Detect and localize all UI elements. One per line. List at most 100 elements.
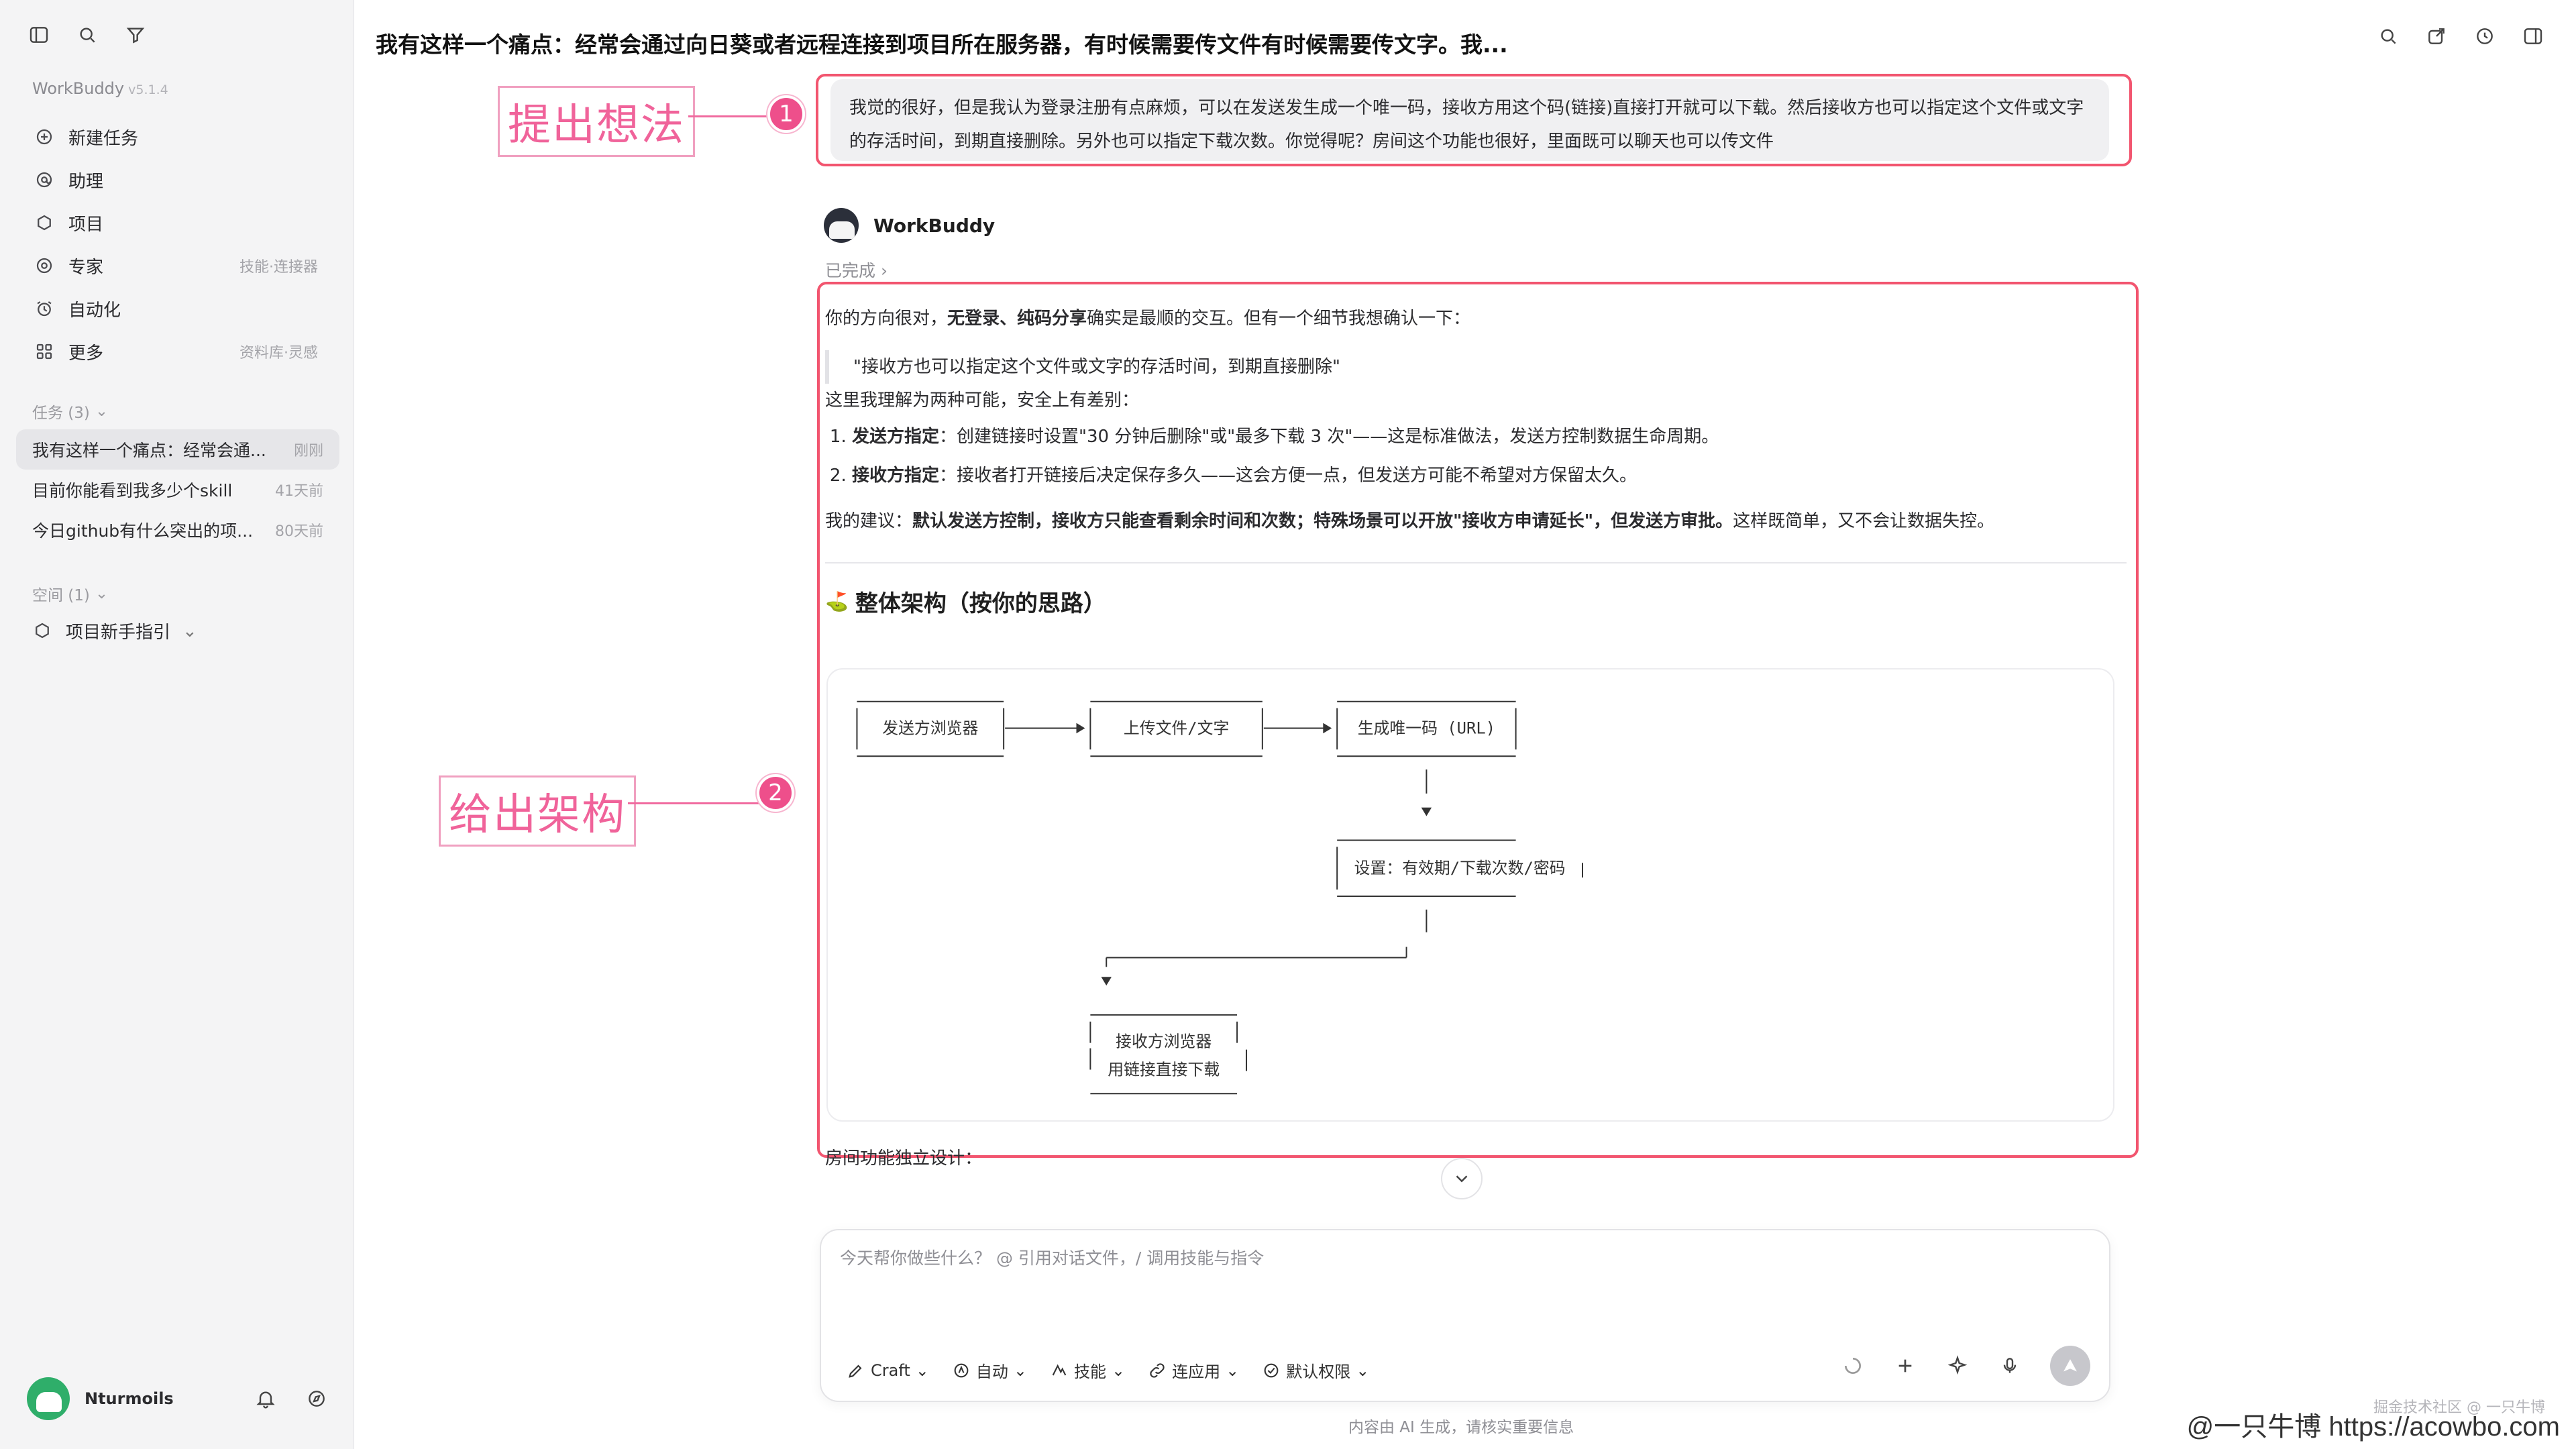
chevron-down-icon <box>1456 1175 1468 1183</box>
skills-dropdown[interactable]: 技能 ⌄ <box>1050 1358 1125 1382</box>
search-icon[interactable] <box>75 23 99 47</box>
scroll-down-button[interactable] <box>1441 1158 1483 1199</box>
tool-label: 自动 <box>975 1362 1008 1381</box>
text: 这样既简单，又不会让数据失控。 <box>1733 511 1995 531</box>
space-item-guide[interactable]: 项目新手指引 ⌄ <box>32 619 197 643</box>
project-icon <box>32 211 56 235</box>
pen-icon <box>849 1364 862 1378</box>
space-header-label: 空间 (1) <box>32 587 90 604</box>
auto-icon <box>954 1363 969 1377</box>
auto-mode-dropdown[interactable]: 自动 ⌄ <box>952 1358 1027 1382</box>
sidebar-item-new-task[interactable]: 新建任务 <box>27 115 329 158</box>
permission-dropdown[interactable]: 默认权限 ⌄ <box>1262 1358 1369 1382</box>
sidebar-item-automation[interactable]: 自动化 <box>27 287 329 330</box>
text: ：接收者打开链接后决定保存多久——这会方便一点，但发送方可能不希望对方保留太久。 <box>939 466 1638 486</box>
heading-text: 整体架构（按你的思路） <box>855 590 1106 617</box>
construction-icon: ⛳ <box>825 590 849 612</box>
architecture-diagram: 发送方浏览器 上传文件/文字 生成唯一码 (URL) 设置：有效期/下载次数/密… <box>826 668 2114 1122</box>
sidebar-item-label: 更多 <box>68 343 104 364</box>
tool-label: 连应用 <box>1172 1362 1221 1381</box>
annotation-label-arch: 给出架构 <box>439 775 636 847</box>
composer-input[interactable]: 今天帮你做些什么？ @ 引用对话文件，/ 调用技能与指令 <box>840 1245 1264 1269</box>
tasks-header-label: 任务 (3) <box>32 405 90 422</box>
link-icon <box>1150 1362 1165 1378</box>
answer-suggestion: 我的建议：默认发送方控制，接收方只能查看剩余时间和次数；特殊场景可以开放"接收方… <box>825 504 2127 538</box>
assistant-header: WorkBuddy <box>824 208 995 243</box>
bell-icon[interactable] <box>254 1387 278 1411</box>
assistant-avatar <box>824 208 859 243</box>
user-actions <box>254 1387 329 1411</box>
sidebar-item-expert[interactable]: 专家 技能·连接器 <box>27 244 329 287</box>
brand-version: v5.1.4 <box>128 83 168 97</box>
status-completed[interactable]: 已完成 › <box>825 258 888 282</box>
sidebar-item-label: 新建任务 <box>68 128 139 149</box>
sidebar-item-label: 助理 <box>68 171 104 192</box>
annotation-connector <box>628 802 759 804</box>
text-bold: 无登录、纯码分享 <box>947 309 1087 329</box>
node-label: 接收方浏览器 <box>1116 1032 1212 1051</box>
sidebar-item-assistant[interactable]: 助理 <box>27 158 329 201</box>
node-box-receiver <box>1089 1014 1247 1095</box>
node-label: 生成唯一码 (URL) <box>1358 718 1495 737</box>
clock-icon[interactable] <box>2473 24 2497 48</box>
send-button[interactable] <box>2050 1346 2090 1386</box>
task-title: 目前你能看到我多少个skill <box>32 481 233 500</box>
list-item: 发送方指定：创建链接时设置"30 分钟后删除"或"最多下载 3 次"——这是标准… <box>852 417 2127 456</box>
task-time: 刚刚 <box>293 443 323 460</box>
blockquote: "接收方也可以指定这个文件或文字的存活时间，到期直接删除" <box>825 350 2127 384</box>
sidebar-item-label: 专家 <box>68 257 104 278</box>
task-title: 我有这样一个痛点：经常会通... <box>32 441 266 460</box>
status-text: 已完成 <box>825 261 876 280</box>
composer-actions <box>1841 1346 2090 1386</box>
answer-p2: 这里我理解为两种可能，安全上有差别： <box>825 390 1140 411</box>
tool-label: 默认权限 <box>1286 1362 1351 1381</box>
header-actions <box>2376 24 2545 48</box>
chevron-down-icon: ⌄ <box>1226 1360 1240 1380</box>
search-icon[interactable] <box>2376 24 2400 48</box>
sparkle-icon[interactable] <box>1945 1354 1970 1378</box>
sidebar-item-hint: 技能·连接器 <box>239 259 318 276</box>
list-item: 接收方指定：接收者打开链接后决定保存多久——这会方便一点，但发送方可能不希望对方… <box>852 456 2127 495</box>
space-item-label: 项目新手指引 <box>66 623 171 643</box>
ai-disclaimer: 内容由 AI 生成，请核实重要信息 <box>1348 1419 1574 1436</box>
avatar[interactable] <box>27 1377 70 1420</box>
compass-icon[interactable] <box>305 1387 329 1411</box>
sidebar-item-label: 自动化 <box>68 300 121 321</box>
node-label: 用链接直接下载 <box>1108 1060 1220 1079</box>
sidebar-item-more[interactable]: 更多 资料库·灵感 <box>27 330 329 373</box>
chevron-down-icon: ⌄ <box>1112 1360 1126 1380</box>
filter-icon[interactable] <box>123 23 148 47</box>
user-message: 我觉的很好，但是我认为登录注册有点麻烦，可以在发送发生成一个唯一码，接收方用这个… <box>830 79 2109 161</box>
connect-app-dropdown[interactable]: 连应用 ⌄ <box>1148 1358 1239 1382</box>
divider <box>825 562 2127 564</box>
at-icon <box>32 168 56 192</box>
diagram-svg: 发送方浏览器 上传文件/文字 生成唯一码 (URL) 设置：有效期/下载次数/密… <box>856 700 1583 1095</box>
alarm-clock-icon <box>32 297 56 321</box>
task-item[interactable]: 我有这样一个痛点：经常会通... 刚刚 <box>16 429 339 470</box>
sidebar-toggle-icon[interactable] <box>27 23 51 47</box>
annotation-label-idea: 提出想法 <box>498 86 695 157</box>
space-section-header[interactable]: 空间 (1) ⌄ <box>32 582 108 605</box>
task-title: 今日github有什么突出的项... <box>32 521 254 541</box>
task-item[interactable]: 目前你能看到我多少个skill 41天前 <box>16 470 339 510</box>
annotation-badge-1: 1 <box>767 95 805 133</box>
assistant-name: WorkBuddy <box>873 214 996 237</box>
grid-icon <box>32 339 56 364</box>
add-icon[interactable] <box>1893 1354 1917 1378</box>
sidebar: WorkBuddy v5.1.4 新建任务 助理 项目 专家 技能·连接器 自动化… <box>0 0 354 1449</box>
tasks-section-header[interactable]: 任务 (3) ⌄ <box>32 400 108 423</box>
arrow-icon <box>1076 722 1085 734</box>
node-label: 上传文件/文字 <box>1124 718 1229 737</box>
arrow-up-icon <box>2063 1359 2077 1372</box>
arrow-icon <box>1421 807 1432 816</box>
task-item[interactable]: 今日github有什么突出的项... 80天前 <box>16 510 339 550</box>
arrow-icon <box>1101 977 1112 986</box>
panel-toggle-icon[interactable] <box>2521 24 2545 48</box>
tool-label: 技能 <box>1074 1362 1106 1381</box>
craft-mode-dropdown[interactable]: Craft ⌄ <box>847 1361 929 1380</box>
user-bar: Nturmoils <box>27 1375 329 1422</box>
microphone-icon[interactable] <box>1998 1354 2022 1378</box>
share-icon[interactable] <box>2424 24 2449 48</box>
chevron-down-icon: ⌄ <box>915 1360 929 1380</box>
sidebar-item-project[interactable]: 项目 <box>27 201 329 244</box>
